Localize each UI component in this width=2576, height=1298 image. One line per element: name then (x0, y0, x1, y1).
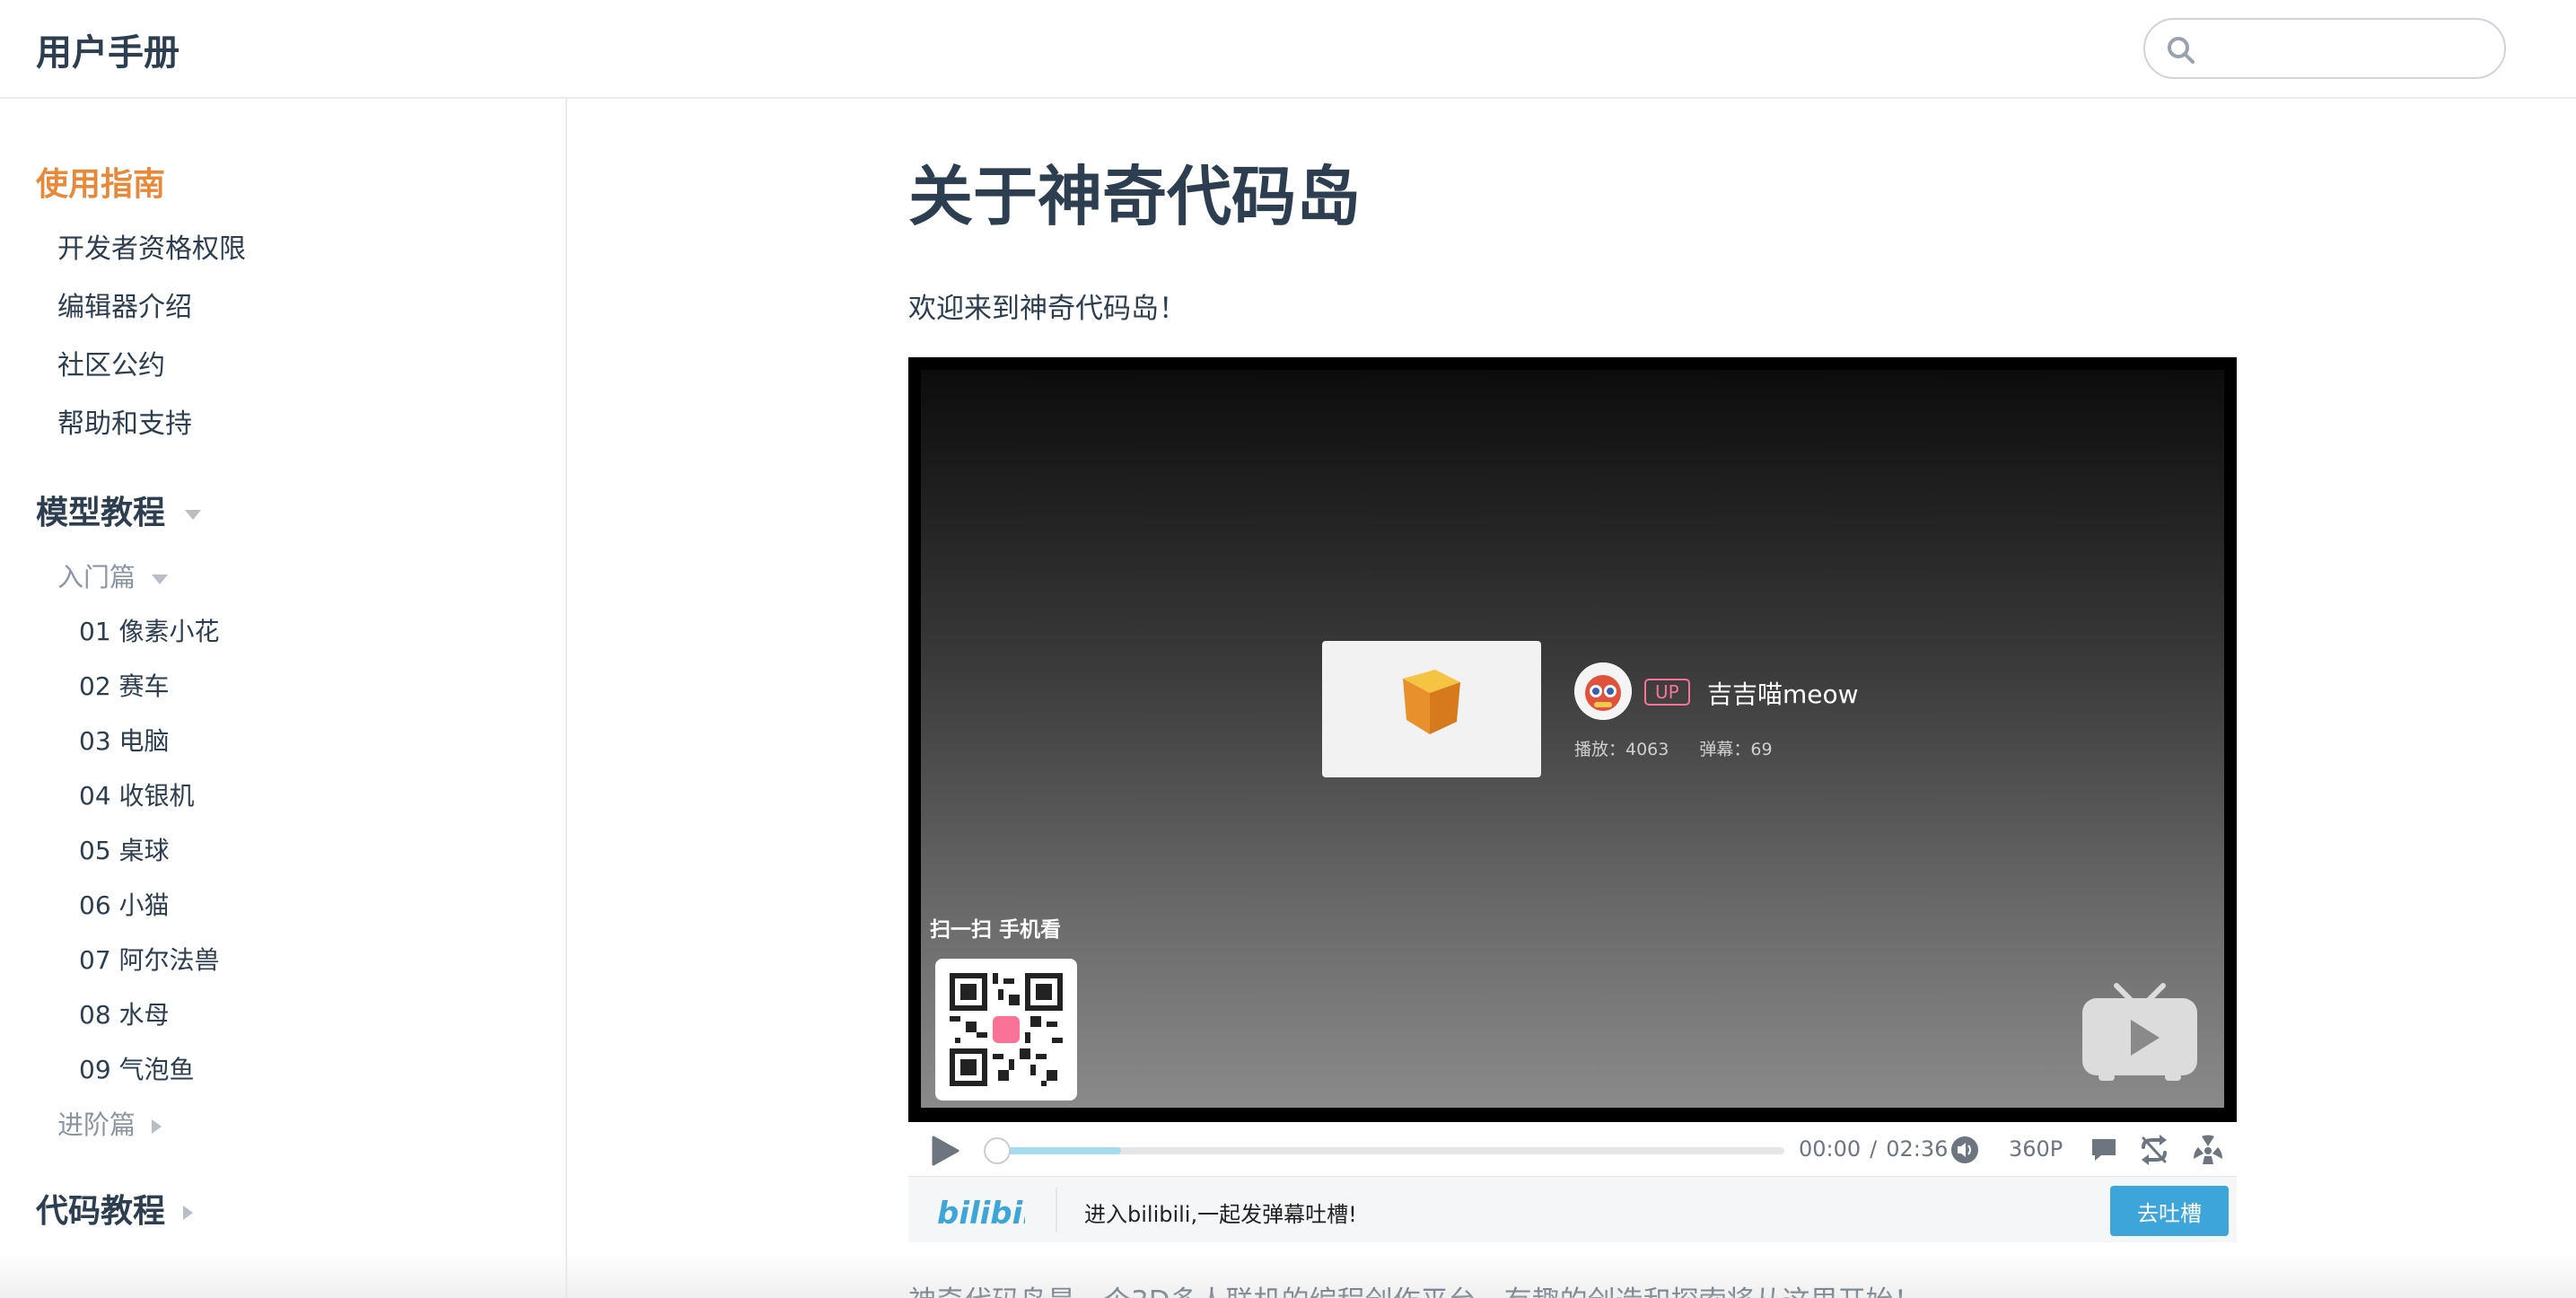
uploader-avatar[interactable] (1574, 662, 1632, 720)
chevron-right-icon (183, 1206, 194, 1220)
sidebar-item-editor-intro[interactable]: 编辑器介绍 (57, 285, 192, 324)
loop-icon[interactable] (2138, 1135, 2170, 1165)
play-icon[interactable] (928, 1135, 960, 1167)
video-canvas[interactable]: UP 吉吉喵meow 播放：4063 弹幕：69 扫一扫 手机看 (921, 370, 2224, 1108)
site-title[interactable]: 用户手册 (36, 23, 180, 75)
sidebar-subgroup-advanced[interactable]: 进阶篇 (57, 1104, 162, 1142)
top-navbar: 用户手册 (0, 0, 2576, 99)
chevron-right-icon (152, 1119, 162, 1134)
page-title: 关于神奇代码岛 (908, 159, 1362, 234)
volume-icon[interactable] (1950, 1135, 1980, 1165)
settings-icon[interactable] (2192, 1135, 2224, 1165)
sidebar-item-community-rules[interactable]: 社区公约 (57, 343, 165, 382)
sidebar-item-lesson-07[interactable]: 07 阿尔法兽 (79, 941, 220, 977)
danmaku-count: 弹幕：69 (1699, 740, 1773, 759)
up-badge: UP (1644, 679, 1690, 706)
sidebar-item-lesson-02[interactable]: 02 赛车 (79, 667, 170, 703)
search-icon (2168, 37, 2195, 64)
qr-code-icon (950, 973, 1063, 1086)
time-separator: / (1870, 1136, 1878, 1162)
sidebar-item-lesson-04[interactable]: 04 收银机 (79, 776, 195, 812)
player-controls: 00:00 / 02:36 360P (908, 1122, 2237, 1176)
qr-code (935, 959, 1077, 1101)
danmaku-prompt: 进入bilibili,一起发弹幕吐槽! (1084, 1202, 1357, 1227)
sidebar: 使用指南 开发者资格权限 编辑器介绍 社区公约 帮助和支持 模型教程 入门篇 0… (0, 99, 567, 1298)
chevron-down-icon (152, 574, 169, 584)
danmaku-toggle-icon[interactable] (2090, 1136, 2118, 1163)
sidebar-item-lesson-01[interactable]: 01 像素小花 (79, 612, 220, 648)
search-input[interactable] (2208, 27, 2486, 70)
bilibili-logo[interactable]: bilibili (935, 1188, 1025, 1232)
sidebar-item-lesson-08[interactable]: 08 水母 (79, 995, 170, 1031)
sidebar-item-lesson-09[interactable]: 09 气泡鱼 (79, 1050, 195, 1086)
danmaku-bar: bilibili 进入bilibili,一起发弹幕吐槽! 去吐槽 (908, 1176, 2237, 1242)
video-stats: 播放：4063 弹幕：69 (1574, 736, 1798, 760)
intro-paragraph: 神奇代码岛是一个3D多人联机的编程创作平台，有趣的创造和探索将从这里开始！ (908, 1278, 1922, 1298)
duration: 02:36 (1886, 1136, 1949, 1162)
sidebar-group-model-tutorial[interactable]: 模型教程 (36, 487, 202, 533)
sidebar-item-help-support[interactable]: 帮助和支持 (57, 401, 192, 441)
sidebar-subgroup-beginner[interactable]: 入门篇 (57, 557, 169, 594)
uploader-name[interactable]: 吉吉喵meow (1707, 675, 1859, 711)
sidebar-group-guide[interactable]: 使用指南 (36, 158, 165, 205)
sidebar-item-developer-permissions[interactable]: 开发者资格权限 (57, 226, 246, 266)
search-box[interactable] (2143, 18, 2506, 79)
bilibili-tv-icon (2082, 983, 2197, 1081)
bar-divider (1056, 1188, 1057, 1232)
chevron-down-icon (185, 509, 202, 520)
avatar-icon (1574, 662, 1632, 720)
cube-icon (1403, 670, 1460, 734)
video-player[interactable]: UP 吉吉喵meow 播放：4063 弹幕：69 扫一扫 手机看 (908, 357, 2237, 1122)
video-thumbnail (1322, 641, 1541, 777)
scan-to-watch-label: 扫一扫 手机看 (930, 918, 1062, 942)
sidebar-item-lesson-06[interactable]: 06 小猫 (79, 886, 170, 922)
time-display: 00:00 / 02:36 (1799, 1136, 1948, 1162)
welcome-text: 欢迎来到神奇代码岛！ (908, 293, 1187, 325)
bilibili-logo-text: bilibili (937, 1196, 1025, 1232)
video-frame[interactable]: UP 吉吉喵meow 播放：4063 弹幕：69 扫一扫 手机看 (908, 357, 2237, 1122)
sidebar-item-lesson-05[interactable]: 05 桌球 (79, 831, 170, 867)
progress-handle[interactable] (984, 1137, 1011, 1164)
play-count: 播放：4063 (1574, 740, 1669, 759)
go-tucao-button[interactable]: 去吐槽 (2110, 1186, 2229, 1236)
sidebar-group-code-tutorial[interactable]: 代码教程 (36, 1185, 194, 1232)
quality-selector[interactable]: 360P (2009, 1136, 2063, 1162)
current-time: 00:00 (1799, 1136, 1862, 1162)
sidebar-item-lesson-03[interactable]: 03 电脑 (79, 722, 170, 758)
